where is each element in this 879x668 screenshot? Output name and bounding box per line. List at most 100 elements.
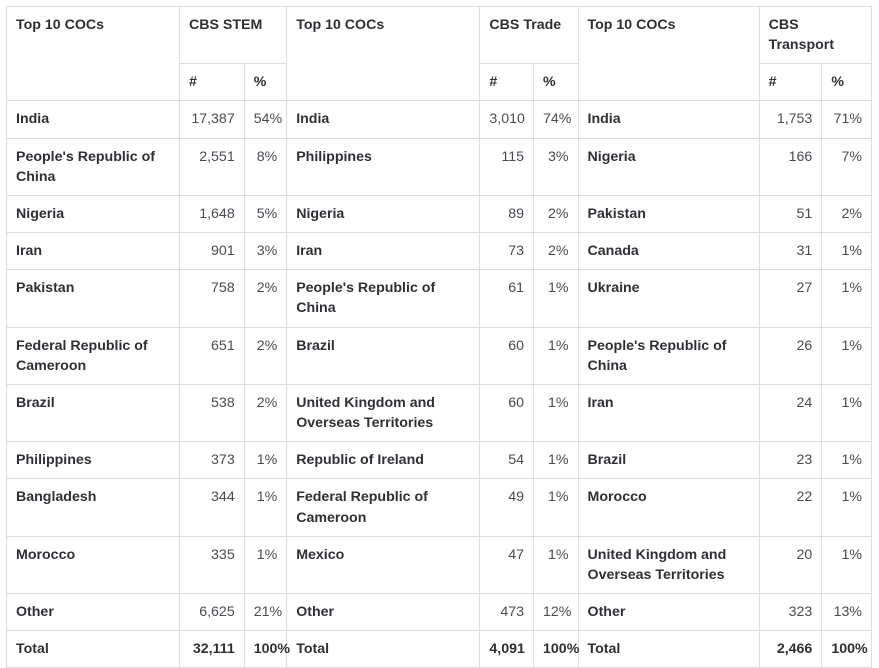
cell-count-stem: 1,648: [178, 194, 245, 234]
cell-percent-trade: 1%: [533, 269, 579, 328]
table-body: India 17,387 54% India 3,010 74% India 1,753 71%…: [6, 100, 872, 668]
header-coc-transport: Top 10 COCs: [577, 5, 760, 102]
cell-count-stem: 6,625: [178, 592, 245, 632]
cell-coc-transport: Ukraine: [577, 269, 760, 328]
cell-percent-trade: 3%: [533, 137, 579, 196]
cell-coc-transport: Canada: [577, 232, 760, 271]
cell-coc-stem: Philippines: [6, 441, 180, 480]
cell-count-stem: 17,387: [178, 100, 245, 139]
cell-coc-trade: Nigeria: [286, 194, 481, 234]
cell-percent-transport: 71%: [821, 100, 872, 139]
cell-coc-transport: Brazil: [577, 441, 760, 480]
header-pct-stem: %: [243, 63, 288, 102]
cell-percent-transport: 100%: [821, 630, 872, 668]
header-pct-trade: %: [533, 63, 579, 102]
cell-count-transport: 27: [758, 269, 823, 328]
cell-percent-trade: 1%: [533, 478, 579, 537]
cell-coc-stem: Nigeria: [6, 194, 180, 234]
cell-coc-transport: Other: [577, 592, 760, 632]
cell-count-transport: 166: [758, 137, 823, 196]
cell-count-transport: 323: [758, 592, 823, 632]
cell-coc-stem: Federal Republic of Cameroon: [6, 326, 180, 385]
cell-percent-trade: 2%: [533, 194, 579, 234]
cell-coc-stem: Other: [6, 592, 180, 632]
cell-coc-transport: Nigeria: [577, 137, 760, 196]
cell-percent-transport: 1%: [821, 478, 872, 537]
cell-coc-trade: Other: [286, 592, 481, 632]
cell-percent-trade: 1%: [533, 441, 579, 480]
cell-percent-trade: 100%: [533, 630, 579, 668]
cell-count-trade: 473: [479, 592, 535, 632]
cell-count-transport: 24: [758, 383, 823, 443]
cell-count-trade: 3,010: [479, 100, 535, 139]
cell-count-trade: 89: [479, 194, 535, 234]
header-num-trade: #: [479, 63, 535, 102]
cell-coc-trade: Brazil: [286, 326, 481, 385]
header-pct-transport: %: [821, 63, 872, 102]
cell-percent-trade: 74%: [533, 100, 579, 139]
header-coc-stem: Top 10 COCs: [6, 5, 180, 102]
cell-percent-stem: 2%: [243, 383, 288, 443]
header-group-transport: CBS Transport: [758, 5, 873, 65]
cell-coc-trade: Iran: [286, 232, 481, 271]
cell-percent-stem: 2%: [243, 326, 288, 385]
cell-coc-trade: Federal Republic of Cameroon: [286, 478, 481, 537]
table-row: People's Republic of China 2,551 8% Philipp…: [6, 137, 872, 196]
cell-count-transport: 1,753: [758, 100, 823, 139]
top-10-cocs-table: Top 10 COCs CBS STEM Top 10 COCs CBS Tra…: [6, 5, 873, 668]
cell-coc-trade: Philippines: [286, 137, 481, 196]
table-row: Pakistan 758 2% People's Republic of China 6…: [6, 269, 872, 328]
cell-count-trade: 115: [479, 137, 535, 196]
table-row: Bangladesh 344 1% Federal Republic of Camer…: [6, 478, 872, 537]
cell-coc-trade: People's Republic of China: [286, 269, 481, 328]
cell-percent-stem: 3%: [243, 232, 288, 271]
table-row: Morocco 335 1% Mexico 47 1% United Kingdom and…: [6, 535, 872, 594]
cell-count-stem: 538: [178, 383, 245, 443]
table-row: Federal Republic of Cameroon 651 2% Brazil 6…: [6, 326, 872, 385]
header-num-transport: #: [758, 63, 823, 102]
cell-percent-transport: 1%: [821, 326, 872, 385]
cell-count-stem: 373: [178, 441, 245, 480]
cell-coc-transport: People's Republic of China: [577, 326, 760, 385]
table-row: Brazil 538 2% United Kingdom and Overseas T…: [6, 383, 872, 443]
cell-count-trade: 60: [479, 383, 535, 443]
cell-coc-stem: India: [6, 100, 180, 139]
cell-percent-transport: 7%: [821, 137, 872, 196]
cell-percent-transport: 1%: [821, 232, 872, 271]
cell-coc-trade: United Kingdom and Overseas Territories: [286, 383, 481, 443]
header-group-stem: CBS STEM: [178, 5, 288, 65]
table-row: India 17,387 54% India 3,010 74% India 1,753 71%: [6, 100, 872, 139]
cell-percent-stem: 21%: [243, 592, 288, 632]
cell-count-transport: 20: [758, 535, 823, 594]
cell-coc-stem: Pakistan: [6, 269, 180, 328]
cell-percent-trade: 1%: [533, 326, 579, 385]
cell-coc-stem: Total: [6, 630, 180, 668]
cell-coc-stem: People's Republic of China: [6, 137, 180, 196]
cell-coc-transport: United Kingdom and Overseas Territories: [577, 535, 760, 594]
table-row: Iran 901 3% Iran 73 2% Canada 31 1%: [6, 232, 872, 271]
cell-percent-stem: 54%: [243, 100, 288, 139]
cell-percent-trade: 12%: [533, 592, 579, 632]
cell-coc-transport: Iran: [577, 383, 760, 443]
cell-percent-transport: 1%: [821, 383, 872, 443]
total-row: Total 32,111 100% Total 4,091 100% Total 2,466 1…: [6, 630, 872, 668]
cell-count-transport: 23: [758, 441, 823, 480]
cell-count-stem: 344: [178, 478, 245, 537]
cell-percent-stem: 5%: [243, 194, 288, 234]
cell-count-trade: 49: [479, 478, 535, 537]
cell-percent-transport: 13%: [821, 592, 872, 632]
cell-coc-transport: Morocco: [577, 478, 760, 537]
cell-count-stem: 32,111: [178, 630, 245, 668]
cell-percent-stem: 100%: [243, 630, 290, 668]
cell-coc-trade: India: [286, 100, 481, 139]
cell-percent-stem: 1%: [243, 478, 288, 537]
table-row: Nigeria 1,648 5% Nigeria 89 2% Pakistan 51 2%: [6, 194, 872, 234]
cell-count-trade: 61: [479, 269, 535, 328]
cell-percent-stem: 2%: [243, 269, 288, 328]
cell-percent-transport: 1%: [821, 269, 872, 328]
cell-count-trade: 47: [479, 535, 535, 594]
table-row: Other 6,625 21% Other 473 12% Other 323 13%: [6, 592, 872, 632]
cell-count-transport: 26: [758, 326, 823, 385]
cell-count-stem: 2,551: [178, 137, 245, 196]
header-group-trade: CBS Trade: [479, 5, 579, 65]
